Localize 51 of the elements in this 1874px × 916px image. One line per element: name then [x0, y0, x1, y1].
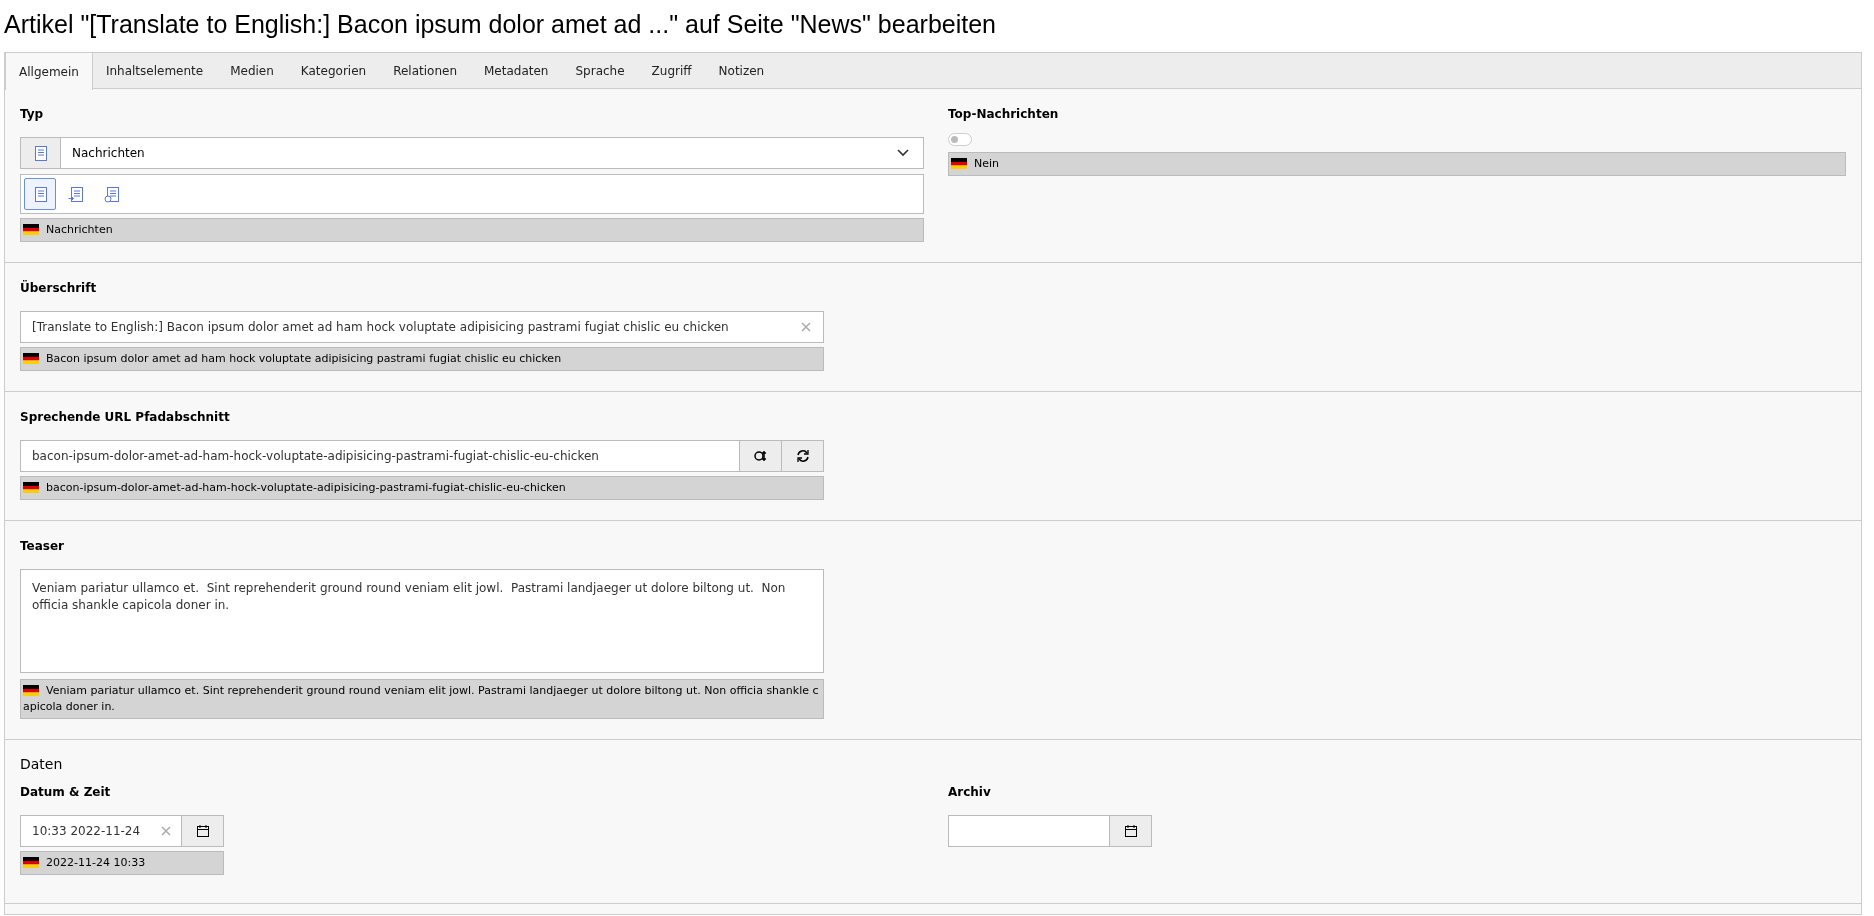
tab[interactable]: Kategorien	[287, 53, 381, 89]
default-value: Bacon ipsum dolor amet ad ham hock voluptate adipisicing pastrami fugiat chislic eu chicken	[20, 347, 824, 371]
text-field[interactable]: [Translate to English:] Bacon ipsum dolor amet ad ham hock voluptate adipisicing pastrami fugiat chislic eu chicken	[20, 311, 824, 343]
slug-input[interactable]: bacon-ipsum-dolor-amet-ad-ham-hock-voluptate-adipisicing-pastrami-fugiat-chislic-eu-chicken	[20, 440, 740, 472]
german-flag-icon	[23, 685, 39, 696]
textarea-field[interactable]: Veniam pariatur ullamco et. Sint reprehenderit ground round veniam elit jowl. Pastrami landjaeger ut dolore biltong ut. Non officia shankle capicola doner in.	[20, 569, 824, 673]
page-title: Artikel "[Translate to English:] Bacon ipsum dolor amet ad ..." auf Seite "News" bearbeiten	[4, 9, 997, 40]
caret-icon	[897, 149, 909, 157]
field-label: Archiv	[948, 784, 992, 801]
tab[interactable]: Zugriff	[638, 53, 706, 89]
german-flag-icon	[23, 353, 39, 364]
clear-icon	[801, 322, 811, 332]
section-heading: Daten	[20, 755, 64, 774]
tab[interactable]: Inhaltselemente	[92, 53, 218, 89]
refresh-icon	[795, 449, 810, 463]
tab[interactable]: Relationen	[380, 53, 471, 89]
german-flag-icon	[23, 224, 39, 235]
field-label: Typ	[20, 106, 45, 123]
field-label: Sprechende URL Pfadabschnitt	[20, 409, 231, 426]
german-flag-icon	[23, 482, 39, 493]
field-label: Top-Nachrichten	[948, 106, 1060, 123]
document-globe-icon	[103, 185, 121, 203]
calendar-button[interactable]	[182, 815, 224, 847]
field-label: Teaser	[20, 538, 66, 555]
default-value: Nein	[948, 152, 1846, 176]
refresh-button[interactable]	[782, 440, 824, 472]
tab[interactable]: Sprache	[562, 53, 639, 89]
tab[interactable]: Medien	[217, 53, 288, 89]
date-input[interactable]: 10:33 2022-11-24	[20, 815, 182, 847]
default-value: 2022-11-24 10:33	[20, 851, 224, 875]
toggle-switch[interactable]	[948, 133, 972, 146]
date-input[interactable]	[948, 815, 1110, 847]
link-toggle-button[interactable]	[740, 440, 782, 472]
calendar-icon	[1123, 824, 1138, 838]
default-value: Veniam pariatur ullamco et. Sint reprehenderit ground round veniam elit jowl. Pastrami landjaeger ut dolore biltong ut. Non officia shankle capicola doner in.	[20, 679, 824, 719]
default-value: Nachrichten	[20, 218, 924, 242]
default-value: bacon-ipsum-dolor-amet-ad-ham-hock-voluptate-adipisicing-pastrami-fugiat-chislic-eu-chicken	[20, 476, 824, 500]
field-label: Überschrift	[20, 279, 98, 297]
select-value: Nachrichten	[71, 145, 146, 162]
german-flag-icon	[23, 857, 39, 868]
field-label: Datum & Zeit	[20, 784, 112, 801]
document-icon	[32, 144, 49, 162]
tab[interactable]: Allgemein	[5, 53, 93, 90]
type-option-button[interactable]	[24, 178, 56, 210]
clear-icon	[161, 826, 171, 836]
select-field[interactable]: Nachrichten	[20, 137, 924, 169]
tab[interactable]: Notizen	[705, 53, 779, 89]
tab[interactable]: Metadaten	[471, 53, 563, 89]
german-flag-icon	[951, 158, 967, 169]
calendar-button[interactable]	[1110, 815, 1152, 847]
calendar-icon	[195, 824, 210, 838]
